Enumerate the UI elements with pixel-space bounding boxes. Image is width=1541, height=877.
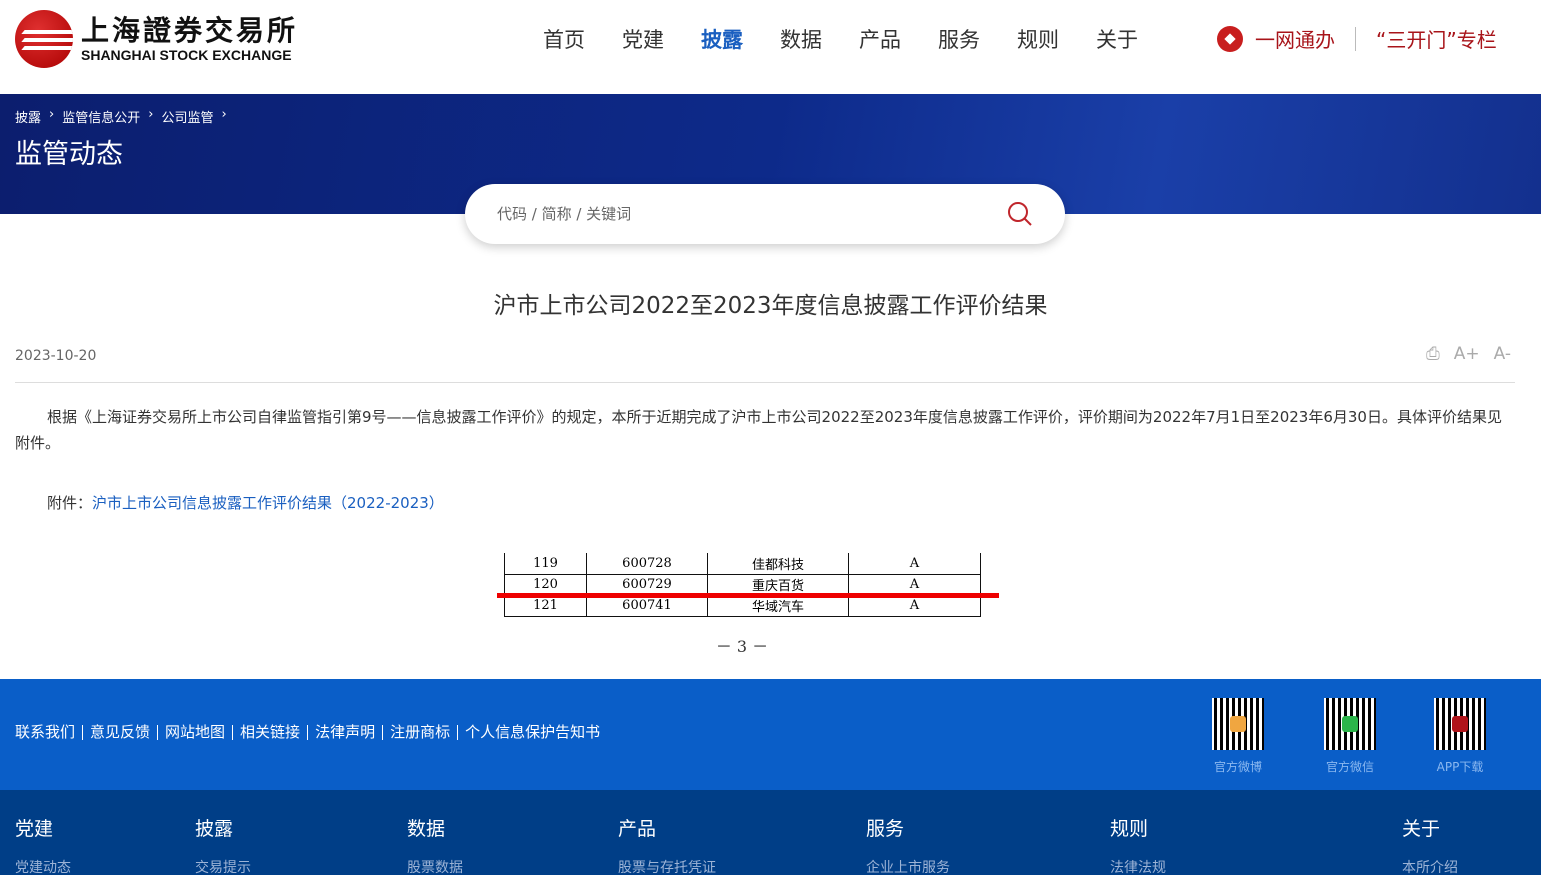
footer-link[interactable]: 注册商标 xyxy=(382,725,457,740)
nav-disclosure[interactable]: 披露 xyxy=(701,24,743,54)
footer-col-link[interactable]: 企业上市服务 xyxy=(866,857,950,877)
footer-col-title[interactable]: 规则 xyxy=(1110,814,1166,841)
footer-link[interactable]: 网站地图 xyxy=(157,725,232,740)
nav-data[interactable]: 数据 xyxy=(780,24,822,54)
article-body: 根据《上海证券交易所上市公司自律监管指引第9号——信息披露工作评价》的规定，本所… xyxy=(15,408,1502,452)
sse-logo-mark xyxy=(15,10,73,68)
footer-col-link[interactable]: 本所介绍 xyxy=(1402,857,1458,877)
cell-grade: A xyxy=(848,594,981,617)
nav-rules[interactable]: 规则 xyxy=(1017,24,1059,54)
footer-col-link[interactable]: 股票数据 xyxy=(407,857,463,877)
footer-col-link[interactable]: 交易提示 xyxy=(195,857,251,877)
qr-weibo: 官方微博 xyxy=(1208,694,1268,775)
search-input[interactable] xyxy=(497,205,1007,223)
divider xyxy=(15,382,1515,383)
footer-col-title[interactable]: 产品 xyxy=(618,814,716,841)
breadcrumb-item[interactable]: 监管信息公开 xyxy=(62,107,140,126)
footer-col-title[interactable]: 关于 xyxy=(1402,814,1458,841)
footer-link[interactable]: 法律声明 xyxy=(307,725,382,740)
qr-app: APP下载 xyxy=(1430,694,1490,775)
cell-rank: 121 xyxy=(504,594,587,617)
nav-products[interactable]: 产品 xyxy=(859,24,901,54)
footer-col-title[interactable]: 披露 xyxy=(195,814,251,841)
qr-code-icon xyxy=(1320,694,1380,754)
three-doors-link[interactable]: “三开门”专栏 xyxy=(1376,24,1497,53)
cell-rank: 119 xyxy=(504,553,587,575)
page-number: － 3 － xyxy=(715,637,769,656)
one-net-link[interactable]: 一网通办 xyxy=(1255,24,1335,53)
one-net-icon xyxy=(1217,25,1243,52)
font-decrease-icon[interactable]: A- xyxy=(1494,344,1511,364)
sse-logo[interactable]: 上海證券交易所 SHANGHAI STOCK EXCHANGE xyxy=(15,10,298,68)
print-icon[interactable]: ⎙ xyxy=(1426,344,1440,364)
pdf-table-excerpt: 119 600728 佳都科技 A 120 600729 重庆百货 A 121 600741 华… xyxy=(504,553,981,617)
site-header: 上海證券交易所 SHANGHAI STOCK EXCHANGE 首页 党建 披露… xyxy=(0,0,1541,94)
footer-link[interactable]: 意见反馈 xyxy=(82,725,157,740)
logo-english: SHANGHAI STOCK EXCHANGE xyxy=(81,47,292,63)
footer-col-title[interactable]: 数据 xyxy=(407,814,463,841)
footer-link[interactable]: 相关链接 xyxy=(232,725,307,740)
table-row: 119 600728 佳都科技 A xyxy=(504,553,981,575)
breadcrumb-item[interactable]: 公司监管 xyxy=(161,107,213,126)
nav-home[interactable]: 首页 xyxy=(543,24,585,54)
cell-name: 重庆百货 xyxy=(707,573,849,596)
page-title: 监管动态 xyxy=(15,139,123,170)
table-row: 120 600729 重庆百货 A xyxy=(504,573,981,596)
footer-col-link[interactable]: 法律法规 xyxy=(1110,857,1166,877)
chevron-right-icon: › xyxy=(49,107,55,122)
article-date: 2023-10-20 xyxy=(15,348,97,364)
footer-col-title[interactable]: 服务 xyxy=(866,814,950,841)
breadcrumb-item[interactable]: 披露 xyxy=(15,107,41,126)
qr-label: APP下载 xyxy=(1436,760,1484,774)
qr-wechat: 官方微信 xyxy=(1320,694,1380,775)
attachment: 附件：沪市上市公司信息披露工作评价结果（2022-2023） xyxy=(47,492,444,513)
main-nav: 首页 党建 披露 数据 产品 服务 规则 关于 xyxy=(543,24,1138,54)
cell-grade: A xyxy=(848,553,981,575)
search-box xyxy=(465,184,1065,244)
red-underline-annotation xyxy=(497,593,999,598)
font-increase-icon[interactable]: A+ xyxy=(1454,344,1480,364)
attachment-link[interactable]: 沪市上市公司信息披露工作评价结果（2022-2023） xyxy=(92,494,444,512)
footer-col-title[interactable]: 党建 xyxy=(15,814,71,841)
qr-code-icon xyxy=(1208,694,1268,754)
footer-sitemap: 党建 党建动态 披露 交易提示 数据 股票数据 产品 股票与存托凭证 服务 企业上市服务 … xyxy=(0,790,1541,877)
cell-code: 600729 xyxy=(586,573,708,596)
footer-link[interactable]: 联系我们 xyxy=(15,725,82,740)
nav-about[interactable]: 关于 xyxy=(1096,24,1138,54)
chevron-right-icon: › xyxy=(148,107,154,122)
chevron-right-icon: › xyxy=(221,107,227,122)
breadcrumb: 披露 › 监管信息公开 › 公司监管 › xyxy=(15,107,227,126)
cell-name: 华域汽车 xyxy=(707,594,849,617)
cell-code: 600728 xyxy=(586,553,708,575)
cell-code: 600741 xyxy=(586,594,708,617)
footer-links-bar: 联系我们 意见反馈 网站地图 相关链接 法律声明 注册商标 个人信息保护告知书 … xyxy=(0,679,1541,790)
cell-rank: 120 xyxy=(504,573,587,596)
nav-services[interactable]: 服务 xyxy=(938,24,980,54)
nav-party[interactable]: 党建 xyxy=(622,24,664,54)
footer-col-link[interactable]: 党建动态 xyxy=(15,857,71,877)
qr-label: 官方微博 xyxy=(1213,760,1262,774)
table-row: 121 600741 华域汽车 A xyxy=(504,594,981,617)
cell-grade: A xyxy=(848,573,981,596)
search-icon[interactable] xyxy=(1007,201,1033,227)
divider xyxy=(1355,26,1356,51)
footer-col-link[interactable]: 股票与存托凭证 xyxy=(618,857,716,877)
article-title: 沪市上市公司2022至2023年度信息披露工作评价结果 xyxy=(493,293,1048,319)
article-tools: ⎙ A+ A- xyxy=(1426,344,1511,364)
qr-label: 官方微信 xyxy=(1325,760,1374,774)
cell-name: 佳都科技 xyxy=(707,553,849,575)
footer-link[interactable]: 个人信息保护告知书 xyxy=(457,725,607,740)
qr-code-icon xyxy=(1430,694,1490,754)
attachment-label: 附件： xyxy=(47,494,93,512)
logo-chinese: 上海證券交易所 xyxy=(81,14,299,47)
